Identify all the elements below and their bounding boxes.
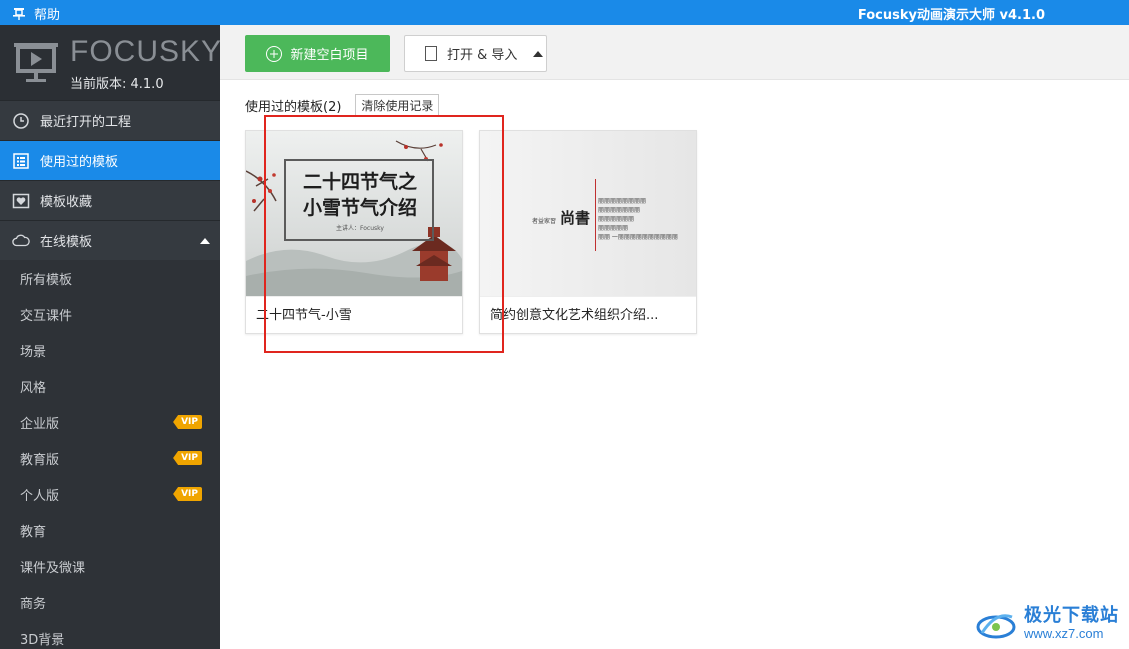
vip-badge: VIP — [173, 487, 202, 501]
red-divider — [595, 179, 596, 251]
watermark-title: 极光下载站 — [1024, 605, 1119, 626]
watermark: 极光下载站 www.xz7.com — [974, 607, 1119, 643]
category-courseware[interactable]: 课件及微课 — [0, 548, 220, 584]
clock-icon — [13, 112, 29, 129]
caret-up-icon — [533, 50, 544, 57]
category-all[interactable]: 所有模板 — [0, 260, 220, 296]
brand-name: FOCUSKY — [70, 35, 223, 68]
category-business[interactable]: 商务 — [0, 584, 220, 620]
nav-label: 最近打开的工程 — [40, 115, 132, 130]
help-menu[interactable]: 帮助 — [12, 4, 60, 23]
category-interactive-courseware[interactable]: 交互课件 — [0, 296, 220, 332]
template-thumbnail: 二十四节气之 小雪节气介绍 主讲人：Focusky — [246, 131, 462, 296]
template-card[interactable]: 二十四节气之 小雪节气介绍 主讲人：Focusky 二十四节气-小雪 — [245, 130, 463, 334]
collapse-caret-icon[interactable] — [200, 237, 210, 244]
thumbnail-title: 二十四节气之 小雪节气介绍 — [302, 171, 417, 219]
watermark-url: www.xz7.com — [1024, 626, 1104, 641]
category-personal[interactable]: 个人版 VIP — [0, 476, 220, 512]
nav-label: 使用过的模板 — [40, 155, 119, 170]
nav-used-templates[interactable]: 使用过的模板 — [0, 140, 220, 180]
category-3d-background[interactable]: 3D背景 — [0, 620, 220, 649]
category-education-edition[interactable]: 教育版 VIP — [0, 440, 220, 476]
template-name: 简约创意文化艺术组织介绍... — [480, 296, 696, 333]
new-blank-project-button[interactable]: 新建空白项目 — [245, 35, 390, 72]
category-style[interactable]: 风格 — [0, 368, 220, 404]
main-content: 新建空白项目 打开 & 导入 使用过的模板(2) 清除使用记录 二十四节气之 小… — [220, 25, 1129, 649]
cloud-icon — [12, 234, 30, 246]
brand-header: FOCUSKY 当前版本: 4.1.0 — [0, 25, 223, 100]
template-name: 二十四节气-小雪 — [246, 296, 462, 333]
presentation-board-icon — [14, 43, 58, 82]
category-scene[interactable]: 场景 — [0, 332, 220, 368]
section-title: 使用过的模板(2) — [245, 100, 342, 115]
sidebar: FOCUSKY 当前版本: 4.1.0 最近打开的工程 使用过的模板 模板收藏 … — [0, 25, 223, 649]
nav-label: 在线模板 — [40, 235, 93, 250]
document-icon — [425, 46, 437, 61]
thumbnail-text-lines: 丽丽丽丽丽丽丽丽 丽丽丽丽丽丽丽 丽丽丽丽丽丽 丽丽丽丽丽 丽丽 一丽丽丽丽丽丽… — [598, 198, 678, 241]
category-enterprise[interactable]: 企业版 VIP — [0, 404, 220, 440]
open-import-button[interactable]: 打开 & 导入 — [404, 35, 547, 72]
clear-history-button[interactable]: 清除使用记录 — [355, 94, 440, 117]
nav-recent-projects[interactable]: 最近打开的工程 — [0, 100, 220, 140]
plus-circle-icon — [266, 45, 283, 62]
toolbar: 新建空白项目 打开 & 导入 — [220, 25, 1129, 80]
used-templates-header: 使用过的模板(2) 清除使用记录 — [245, 94, 440, 117]
vip-badge: VIP — [173, 451, 202, 465]
title-bar: 帮助 Focusky动画演示大师 v4.1.0 — [0, 0, 1129, 25]
open-button-label: 打开 & 导入 — [447, 48, 518, 63]
thumbnail-title: 尚書 — [560, 209, 591, 227]
version-label: 当前版本: 4.1.0 — [70, 77, 164, 92]
category-education[interactable]: 教育 — [0, 512, 220, 548]
window-title: Focusky动画演示大师 v4.1.0 — [857, 8, 1045, 23]
online-template-categories: 所有模板 交互课件 场景 风格 企业版 VIP 教育版 VIP 个人版 VIP 教育 … — [0, 260, 220, 649]
vip-badge: VIP — [173, 415, 202, 429]
aurora-logo-icon — [976, 614, 1016, 639]
list-icon — [13, 152, 29, 169]
nav-template-favorites[interactable]: 模板收藏 — [0, 180, 220, 220]
new-button-label: 新建空白项目 — [290, 48, 369, 63]
heart-icon — [12, 193, 30, 208]
template-card[interactable]: 者益家習 尚書 丽丽丽丽丽丽丽丽 丽丽丽丽丽丽丽 丽丽丽丽丽丽 丽丽丽丽丽 丽丽… — [479, 130, 697, 334]
thumbnail-prefix-text: 者益家習 — [532, 218, 557, 225]
thumbnail-subtitle: 主讲人：Focusky — [336, 225, 384, 232]
template-thumbnail: 者益家習 尚書 丽丽丽丽丽丽丽丽 丽丽丽丽丽丽丽 丽丽丽丽丽丽 丽丽丽丽丽 丽丽… — [480, 131, 696, 296]
nav-label: 模板收藏 — [40, 195, 93, 210]
help-label: 帮助 — [34, 8, 61, 23]
nav-online-templates[interactable]: 在线模板 — [0, 220, 220, 260]
pin-icon — [13, 7, 25, 20]
